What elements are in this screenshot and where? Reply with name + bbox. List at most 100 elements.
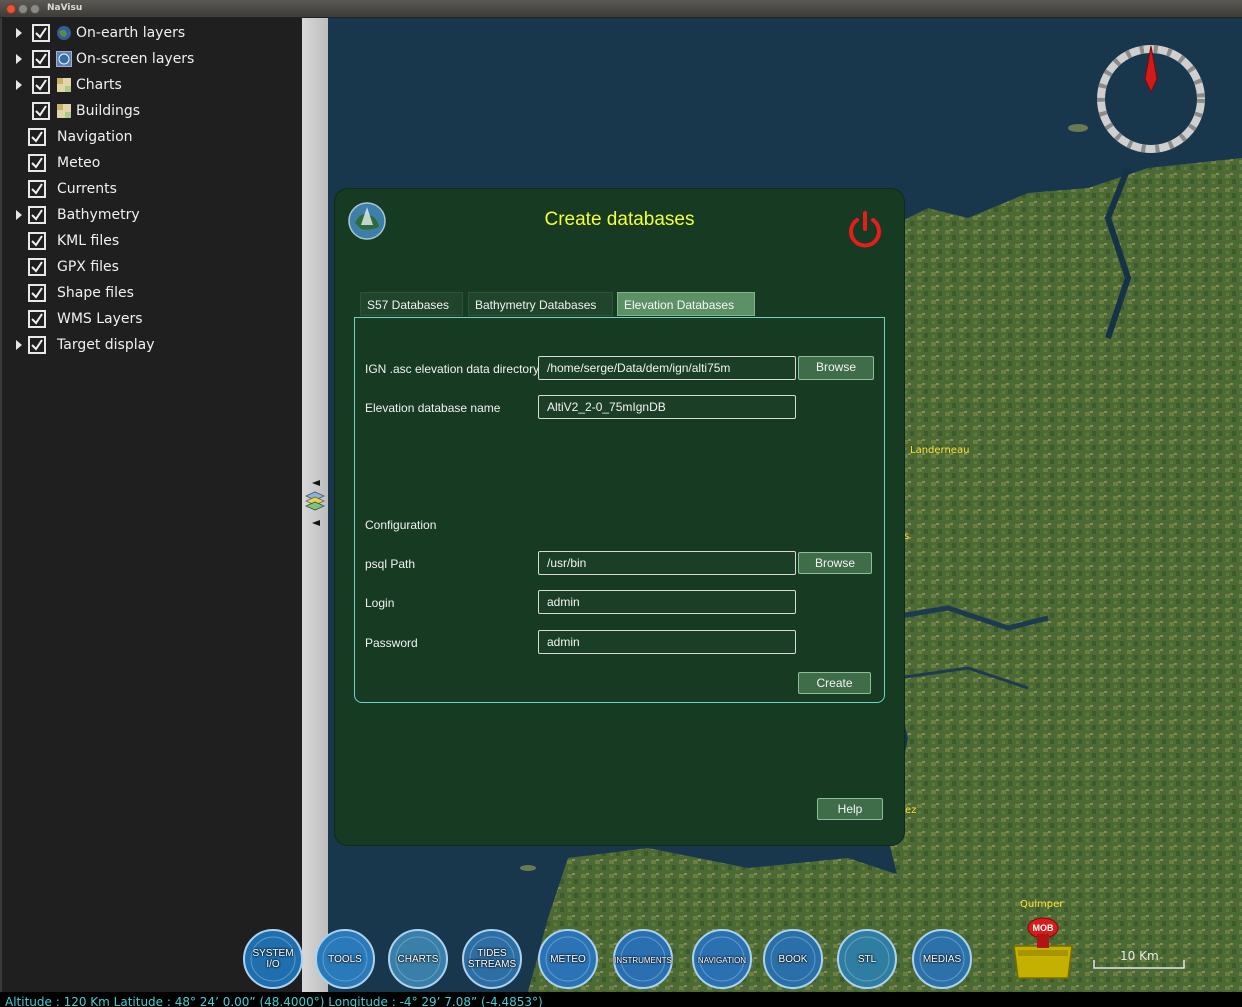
layer-label: KML files (57, 233, 120, 249)
layer-row[interactable]: Currents (2, 176, 302, 202)
password-label: Password (365, 636, 418, 650)
layer-row[interactable]: GPX files (2, 254, 302, 280)
layer-label: Navigation (57, 129, 133, 145)
compass-icon[interactable] (1096, 44, 1206, 154)
expand-arrow-icon[interactable] (16, 210, 22, 220)
layer-row[interactable]: On-earth layers (2, 20, 302, 46)
layer-checkbox[interactable] (32, 76, 50, 94)
toolbar-button-book[interactable]: BOOK (762, 928, 824, 990)
layer-label: On-screen layers (76, 51, 195, 67)
layer-row[interactable]: Charts (2, 72, 302, 98)
psql-path-field[interactable]: /usr/bin (538, 551, 796, 575)
layer-label: Target display (57, 337, 155, 353)
expand-arrow-icon[interactable] (16, 28, 22, 38)
expand-arrow-icon[interactable] (16, 340, 22, 350)
toolbar-button-system-i-o[interactable]: SYSTEM I/O (242, 928, 304, 990)
layer-tree-panel: On-earth layers On-screen layers Charts Bui… (0, 18, 302, 992)
elevation-databases-pane: IGN .asc elevation data directory /home/… (354, 317, 885, 703)
elevation-db-name-field[interactable]: AltiV2_2-0_75mIgnDB (538, 395, 796, 419)
checkmark-icon (31, 287, 43, 299)
place-label-fragment: ez (905, 805, 917, 816)
layer-checkbox[interactable] (28, 232, 46, 250)
toolbar-button-navigation[interactable]: NAVIGATION (691, 928, 753, 990)
collapse-left-arrow-icon[interactable] (312, 480, 320, 486)
expand-arrow-icon[interactable] (16, 80, 22, 90)
power-icon[interactable] (845, 209, 885, 249)
toolbar-button-tools[interactable]: TOOLS (314, 928, 376, 990)
screen-globe-icon (56, 51, 72, 67)
toolbar-button-label: CHARTS (397, 954, 439, 965)
layer-row[interactable]: WMS Layers (2, 306, 302, 332)
create-button[interactable]: Create (798, 672, 871, 694)
ign-directory-field[interactable]: /home/serge/Data/dem/ign/alti75m (538, 356, 796, 380)
status-bar: Altitude : 120 Km Latitude : 48° 24’ 0.0… (0, 992, 1242, 1007)
tab-bathymetry-databases[interactable]: Bathymetry Databases (468, 292, 613, 316)
psql-path-label: psql Path (365, 557, 416, 571)
layer-checkbox[interactable] (28, 154, 46, 172)
checkmark-icon (31, 131, 43, 143)
checkmark-icon (35, 79, 47, 91)
mob-label: MOB (1033, 923, 1054, 933)
layer-row[interactable]: Buildings (2, 98, 302, 124)
layer-label: Meteo (57, 155, 101, 171)
layer-label: Currents (57, 181, 117, 197)
checkmark-icon (31, 235, 43, 247)
layer-row[interactable]: Bathymetry (2, 202, 302, 228)
toolbar-button-instruments[interactable]: INSTRUMENTS (612, 928, 674, 990)
window-close-button[interactable] (6, 4, 16, 14)
layer-label: Shape files (57, 285, 134, 301)
toolbar-button-charts[interactable]: CHARTS (387, 928, 449, 990)
layer-checkbox[interactable] (28, 336, 46, 354)
layer-checkbox[interactable] (28, 128, 46, 146)
layer-checkbox[interactable] (28, 258, 46, 276)
window-maximize-button[interactable] (30, 4, 40, 14)
login-field[interactable]: admin (538, 590, 796, 614)
mob-button[interactable]: MOB (1010, 916, 1076, 986)
toolbar-button-label: NAVIGATION (697, 956, 747, 965)
browse-psql-button[interactable]: Browse (798, 552, 872, 574)
panel-splitter[interactable] (302, 18, 328, 992)
layer-row[interactable]: KML files (2, 228, 302, 254)
place-label-quimper: Quimper (1020, 899, 1064, 910)
checkmark-icon (35, 27, 47, 39)
configuration-label: Configuration (365, 518, 437, 532)
layer-checkbox[interactable] (28, 180, 46, 198)
layer-checkbox[interactable] (32, 50, 50, 68)
layer-checkbox[interactable] (28, 206, 46, 224)
layer-row[interactable]: On-screen layers (2, 46, 302, 72)
toolbar-button-meteo[interactable]: METEO (537, 928, 599, 990)
checkmark-icon (31, 183, 43, 195)
layer-label: WMS Layers (57, 311, 143, 327)
toolbar-button-label: TOOLS (328, 954, 362, 965)
layer-checkbox[interactable] (28, 310, 46, 328)
layer-row[interactable]: Target display (2, 332, 302, 358)
layer-row[interactable]: Meteo (2, 150, 302, 176)
layer-row[interactable]: Shape files (2, 280, 302, 306)
layer-checkbox[interactable] (32, 24, 50, 42)
tab-elevation-databases[interactable]: Elevation Databases (617, 292, 755, 316)
checkmark-icon (31, 313, 43, 325)
checkmark-icon (31, 209, 43, 221)
layer-checkbox[interactable] (28, 284, 46, 302)
layer-label: GPX files (57, 259, 119, 275)
elevation-db-name-label: Elevation database name (365, 401, 501, 415)
window-minimize-button[interactable] (18, 4, 28, 14)
help-button[interactable]: Help (817, 798, 883, 820)
layer-row[interactable]: Navigation (2, 124, 302, 150)
layer-label: On-earth layers (76, 25, 186, 41)
create-databases-dialog: Create databases S57 Databases Bathymetr… (334, 188, 905, 846)
toolbar-button-medias[interactable]: MEDIAS (911, 928, 973, 990)
collapse-right-arrow-icon[interactable] (312, 520, 320, 526)
checkmark-icon (35, 53, 47, 65)
ign-directory-label: IGN .asc elevation data directory (365, 362, 540, 376)
layers-stack-icon[interactable] (305, 490, 325, 512)
password-field[interactable]: admin (538, 630, 796, 654)
toolbar-button-stl[interactable]: STL (836, 928, 898, 990)
browse-ign-button[interactable]: Browse (798, 356, 874, 380)
expand-arrow-icon[interactable] (16, 54, 22, 64)
place-label-landerneau: Landerneau (910, 445, 970, 456)
toolbar-button-label: BOOK (778, 954, 808, 965)
layer-checkbox[interactable] (32, 102, 50, 120)
tab-s57-databases[interactable]: S57 Databases (360, 292, 463, 316)
toolbar-button-tides-streams[interactable]: TIDES STREAMS (461, 928, 523, 990)
